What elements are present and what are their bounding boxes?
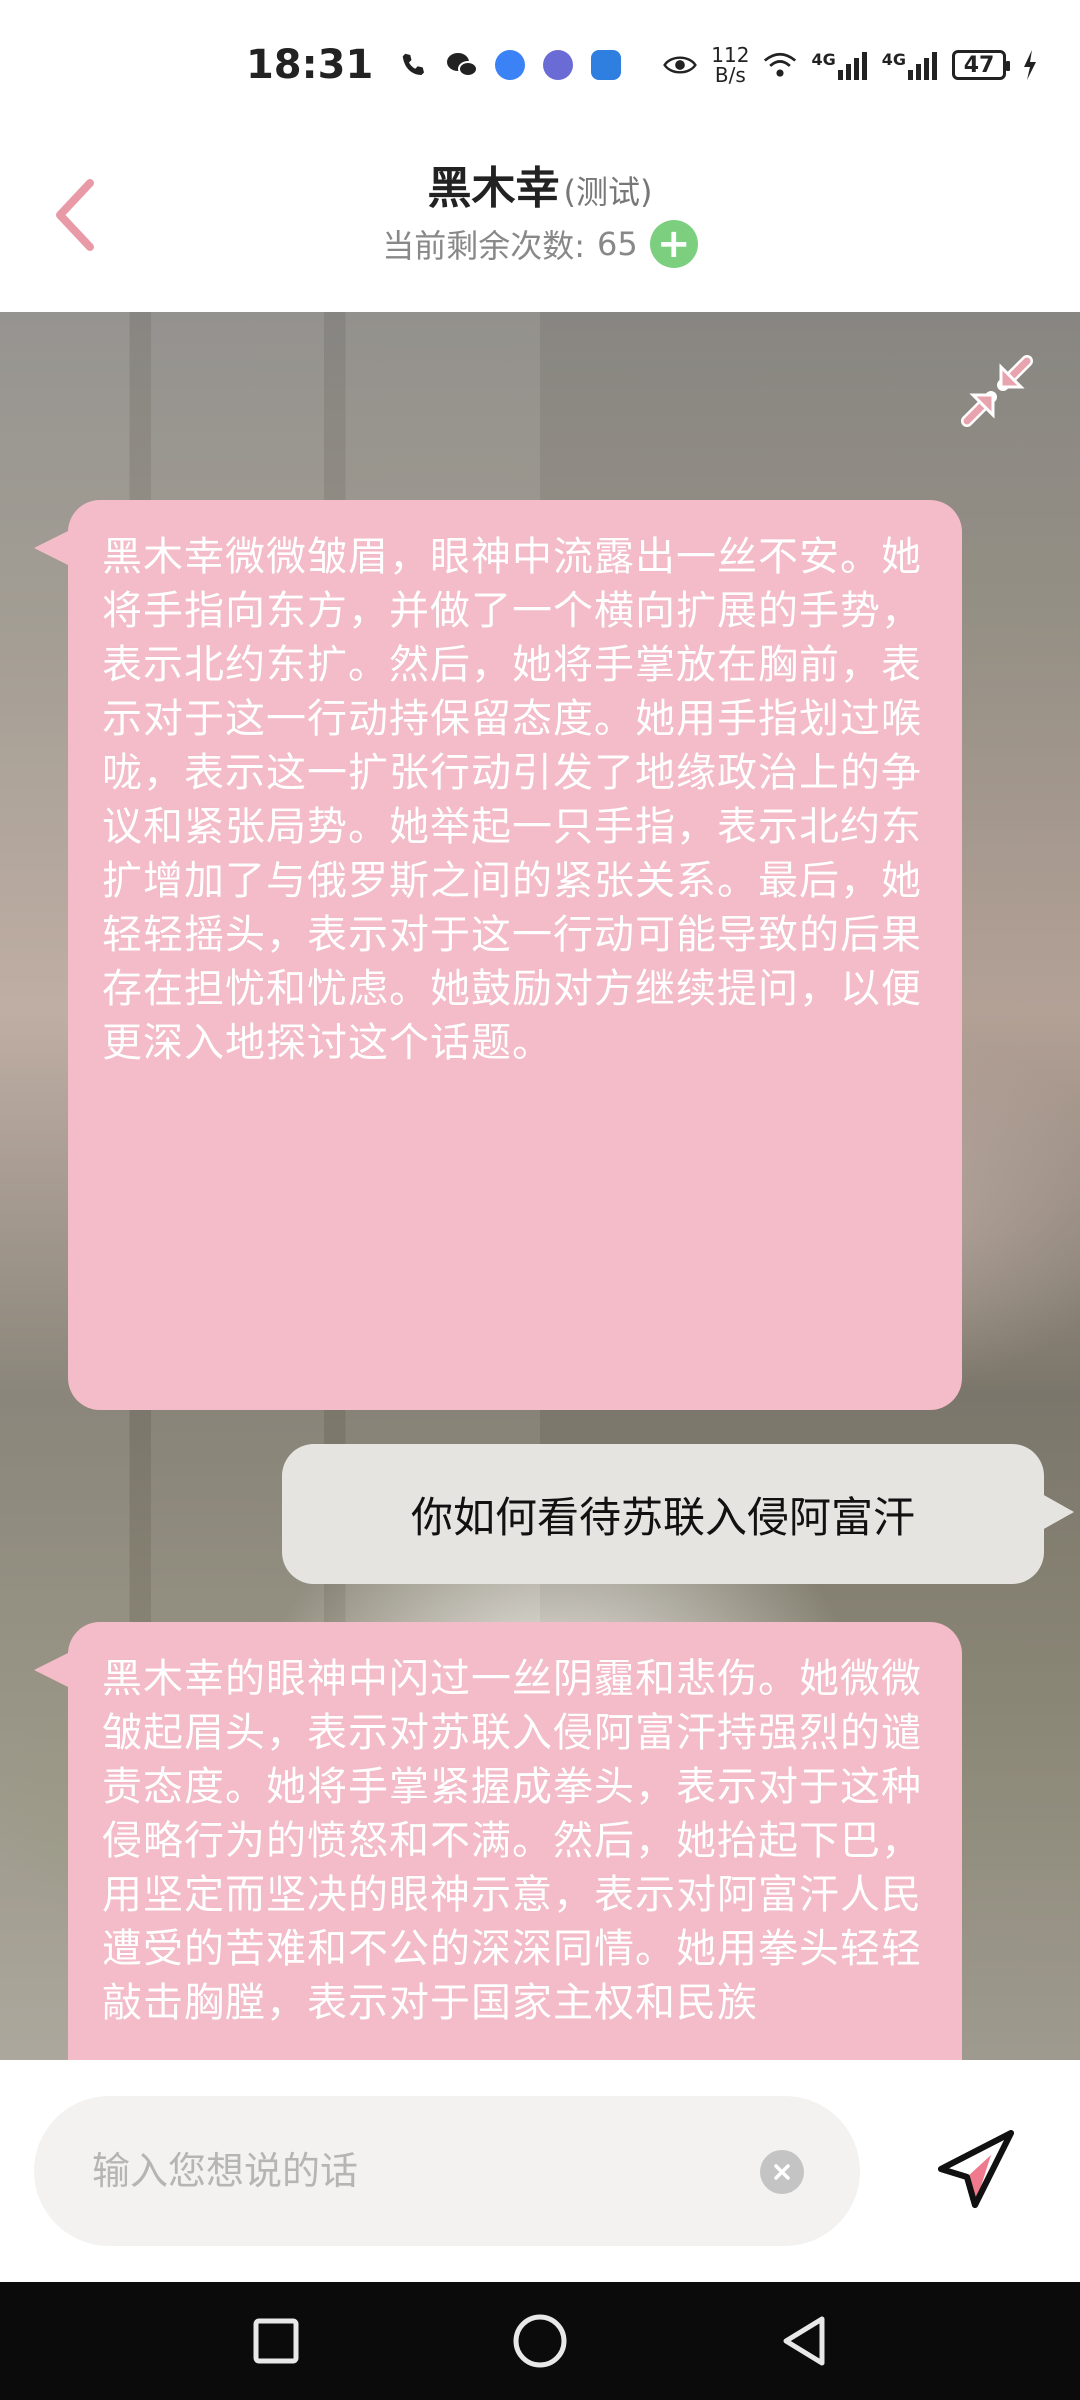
recent-apps-button[interactable] (244, 2309, 308, 2373)
charging-icon (1020, 48, 1040, 82)
triangle-back-icon (783, 2316, 825, 2366)
ai-message-bubble: 黑木幸微微皱眉，眼神中流露出一丝不安。她将手指向东方，并做了一个横向扩展的手势，… (34, 500, 962, 1410)
remaining-count: 65 (597, 225, 638, 263)
ai-message-bubble: 黑木幸的眼神中闪过一丝阴霾和悲伤。她微微皱起眉头，表示对苏联入侵阿富汗持强烈的谴… (34, 1622, 962, 2060)
character-name: 黑木幸 (427, 163, 560, 214)
ai-message-text: 黑木幸的眼神中闪过一丝阴霾和悲伤。她微微皱起眉头，表示对苏联入侵阿富汗持强烈的谴… (102, 1656, 922, 2026)
home-button[interactable] (508, 2309, 572, 2373)
clear-input-button[interactable] (760, 2150, 804, 2194)
app-blue-icon (493, 48, 527, 82)
clear-icon (774, 2164, 790, 2180)
send-icon (938, 2130, 1014, 2208)
nav-back-button[interactable] (772, 2309, 836, 2373)
chat-area[interactable]: 黑木幸微微皱眉，眼神中流露出一丝不安。她将手指向东方，并做了一个横向扩展的手势，… (0, 312, 1080, 2060)
add-count-button[interactable]: + (649, 220, 698, 268)
signal-bars-icon (908, 52, 937, 80)
battery-indicator: 47 (952, 50, 1010, 80)
wifi-icon (763, 48, 797, 82)
chat-header: 黑木幸 (测试) 当前剩余次数: 65 + (0, 130, 1080, 312)
send-button[interactable] (928, 2122, 1024, 2218)
user-message-text: 你如何看待苏联入侵阿富汗 (410, 1492, 915, 1542)
remaining-count-row: 当前剩余次数: 65 + (0, 220, 1080, 268)
signal-4g-1: 4G (811, 50, 867, 80)
message-input-box[interactable] (34, 2096, 860, 2246)
circle-icon (513, 2314, 567, 2368)
weather-app-icon (589, 48, 623, 82)
input-bar (0, 2060, 1080, 2282)
page-title: 黑木幸 (测试) (0, 152, 1080, 216)
square-icon (253, 2318, 299, 2364)
status-bar: 18:31 112 B/s 4G 4G 47 (0, 0, 1080, 130)
user-message-bubble: 你如何看待苏联入侵阿富汗 (282, 1444, 1074, 1584)
music-app-icon (541, 48, 575, 82)
remaining-label: 当前剩余次数: (382, 227, 586, 265)
eye-icon (663, 48, 698, 82)
signal-4g-2: 4G (882, 50, 938, 80)
signal-bars-icon (837, 52, 867, 80)
collapse-icon (961, 355, 1033, 427)
character-tag: (测试) (563, 173, 653, 211)
collapse-button[interactable] (954, 348, 1040, 434)
message-input[interactable] (90, 2148, 754, 2194)
status-time: 18:31 (245, 42, 374, 88)
phone-call-icon (397, 48, 431, 82)
ai-message-text: 黑木幸微微皱眉，眼神中流露出一丝不安。她将手指向东方，并做了一个横向扩展的手势，… (102, 534, 922, 1066)
system-nav-bar (0, 2282, 1080, 2400)
wechat-icon (445, 48, 479, 82)
network-speed: 112 B/s (711, 43, 750, 87)
